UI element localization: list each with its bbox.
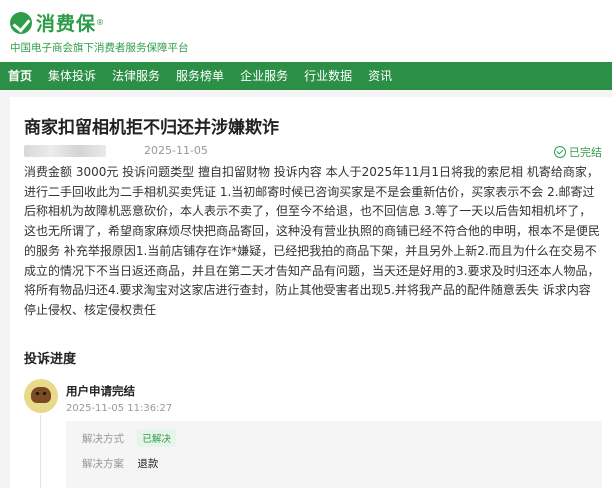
logo-text: 消费保 [36,13,97,35]
nav-service-ranking[interactable]: 服务榜单 [168,62,232,90]
status-text: 已完结 [569,146,602,159]
step-time: 2025-11-05 11:36:27 [66,403,173,414]
complaint-meta: 2025-11-05 [24,144,208,157]
step-title: 用户申请完结 [66,384,135,398]
complaint-card: 商家扣留相机拒不归还并涉嫌欺诈 2025-11-05 已完结 消费金额 3000… [10,97,612,488]
resolution-method-label: 解决方式 [82,433,124,445]
dog-avatar-icon [31,387,51,403]
avatar [24,379,58,413]
site-slogan: 中国电子商会旗下消费者服务保障平台 [10,42,189,54]
complaint-content: 消费金额 3000元 投诉问题类型 擅自扣留财物 投诉内容 本人于2025年11… [24,165,601,317]
resolution-method-badge: 已解决 [137,429,176,447]
blurred-username [24,144,106,157]
nav-enterprise-service[interactable]: 企业服务 [232,62,296,90]
avatar-eye-icon [36,392,39,395]
progress-timeline: 用户申请完结 2025-11-05 11:36:27 解决方式 已解决 解决方案… [24,379,602,488]
check-circle-icon [554,146,566,158]
resolution-detail: 解决方式 已解决 解决方案 退款 [66,421,602,488]
complaint-title: 商家扣留相机拒不归还并涉嫌欺诈 [24,118,279,138]
complaint-date: 2025-11-05 [144,144,208,157]
resolution-method-row: 解决方式 已解决 [82,429,176,447]
progress-section-title: 投诉进度 [24,352,77,367]
nav-news[interactable]: 资讯 [360,62,400,90]
logo[interactable]: 消费保 ® [10,9,104,36]
registered-mark: ® [96,18,105,27]
nav-group-complaint[interactable]: 集体投诉 [40,62,104,90]
resolution-plan-value: 退款 [137,458,159,470]
resolution-plan-row: 解决方案 退款 [82,456,158,471]
resolution-plan-label: 解决方案 [82,458,124,470]
nav-legal-service[interactable]: 法律服务 [104,62,168,90]
nav-industry-data[interactable]: 行业数据 [296,62,360,90]
nav-home[interactable]: 首页 [0,62,40,90]
avatar-eye-icon [43,392,46,395]
timeline-line [40,415,41,488]
logo-check-icon [10,11,32,34]
site-header: 消费保 ® 中国电子商会旗下消费者服务保障平台 [0,0,612,62]
status-badge: 已完结 [554,144,602,160]
main-nav: 首页 集体投诉 法律服务 服务榜单 企业服务 行业数据 资讯 [0,62,612,90]
